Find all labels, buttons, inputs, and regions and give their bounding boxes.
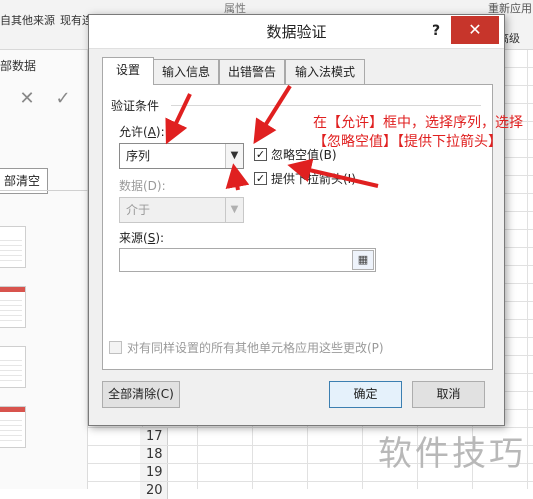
dropdown-arrow-label[interactable]: 提供下拉箭头(I) bbox=[271, 170, 356, 187]
tab-settings[interactable]: 设置 bbox=[102, 57, 154, 85]
ignore-blank-checkbox[interactable]: ✓ bbox=[254, 148, 267, 161]
row-header-17[interactable]: 17 bbox=[140, 428, 168, 445]
row-header-18[interactable]: 18 bbox=[140, 446, 168, 463]
apply-all-label: 对有同样设置的所有其他单元格应用这些更改(P) bbox=[127, 341, 384, 355]
data-validation-dialog: 数据验证 ? ✕ 设置 输入信息 出错警告 输入法模式 验证条件 允许(A): … bbox=[88, 14, 505, 426]
section-title: 验证条件 bbox=[111, 99, 160, 113]
allow-select-value: 序列 bbox=[126, 149, 151, 163]
chevron-down-icon[interactable]: ▼ bbox=[225, 144, 243, 168]
template-thumbnail-4[interactable] bbox=[0, 406, 26, 448]
data-label: 数据(D): bbox=[119, 179, 166, 193]
clear-all-button[interactable]: 全部清除(C) bbox=[102, 381, 180, 408]
close-button[interactable]: ✕ bbox=[451, 16, 499, 44]
cancel-x-icon[interactable]: ✕ bbox=[14, 88, 40, 110]
allow-label: 允许(A): bbox=[119, 123, 165, 140]
source-label-tail: ): bbox=[155, 231, 165, 245]
annotation-text: 在【允许】框中，选择序列，选择【忽略空值】【提供下拉箭头】 bbox=[313, 115, 523, 150]
template-thumbnail-3[interactable] bbox=[0, 346, 26, 388]
help-icon[interactable]: ? bbox=[426, 21, 446, 41]
source-input[interactable]: ▦ bbox=[119, 248, 376, 272]
left-pane-divider bbox=[0, 190, 88, 191]
row-header-20[interactable]: 20 bbox=[140, 482, 168, 499]
watermark: 软件技巧 bbox=[378, 434, 526, 474]
cancel-button[interactable]: 取消 bbox=[412, 381, 485, 408]
confirm-check-icon[interactable]: ✓ bbox=[50, 88, 76, 110]
left-pane-title: 部数据 bbox=[0, 59, 37, 73]
data-select: 介于 ▼ bbox=[119, 197, 244, 223]
chevron-down-icon: ▼ bbox=[225, 198, 243, 222]
dropdown-arrow-checkbox[interactable]: ✓ bbox=[254, 172, 267, 185]
source-label-text: 来源( bbox=[119, 231, 148, 245]
allow-label-text: 允许( bbox=[119, 125, 148, 139]
section-divider bbox=[171, 105, 481, 106]
source-label: 来源(S): bbox=[119, 229, 164, 246]
ribbon-from-other-sources[interactable]: 自其他来源 bbox=[0, 12, 55, 28]
data-select-value: 介于 bbox=[126, 203, 151, 217]
template-thumbnail-2[interactable] bbox=[0, 286, 26, 328]
tab-error-alert[interactable]: 出错警告 bbox=[219, 59, 285, 85]
row-header-19[interactable]: 19 bbox=[140, 464, 168, 481]
template-thumbnail-1[interactable] bbox=[0, 226, 26, 268]
allow-label-tail: ): bbox=[155, 125, 165, 139]
allow-label-key: A bbox=[147, 125, 156, 139]
ok-button[interactable]: 确定 bbox=[329, 381, 402, 408]
tab-ime-mode[interactable]: 输入法模式 bbox=[285, 59, 365, 85]
allow-select[interactable]: 序列 ▼ bbox=[119, 143, 244, 169]
tab-input-message[interactable]: 输入信息 bbox=[153, 59, 219, 85]
range-select-icon[interactable]: ▦ bbox=[352, 250, 374, 270]
apply-all-checkbox bbox=[109, 341, 122, 354]
